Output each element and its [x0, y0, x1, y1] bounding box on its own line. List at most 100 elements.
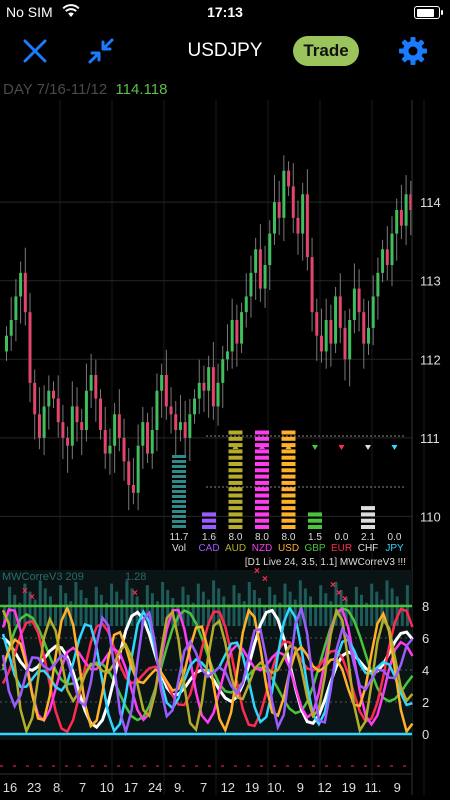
date-tick-label: 9.: [174, 780, 185, 795]
candle-body: [193, 398, 197, 415]
date-tick-label: 10: [100, 780, 114, 795]
collapse-button[interactable]: [84, 34, 118, 68]
histogram-bar: [84, 598, 88, 626]
candle-body: [136, 445, 140, 493]
battery-icon: [414, 6, 443, 19]
strength-bar-segment: [228, 474, 243, 479]
strength-bar-segment: [255, 512, 269, 517]
histogram-bar: [314, 604, 318, 626]
signal-marker-icon: ×: [29, 592, 35, 603]
strength-bar-segment: [255, 506, 269, 511]
strength-bar-segment: [281, 525, 296, 529]
vol-bar-segment: [172, 475, 186, 478]
candle-body: [258, 249, 262, 289]
candle-body: [385, 249, 389, 265]
trade-button[interactable]: Trade: [293, 36, 359, 66]
candle-body: [66, 437, 70, 446]
vol-bar-segment: [172, 515, 186, 518]
clock: 17:13: [207, 4, 243, 20]
date-tick-label: 23: [27, 780, 41, 795]
candle-body: [362, 312, 366, 344]
candle-body: [33, 382, 37, 415]
candle-body: [103, 430, 107, 454]
strength-bar-segment: [281, 449, 296, 454]
symbol-title[interactable]: USDJPY: [188, 40, 263, 61]
currency-value: 0.0: [388, 532, 402, 543]
candle-body: [287, 170, 291, 187]
candle-body: [141, 422, 145, 446]
candle-body: [188, 414, 192, 438]
histogram-bar: [227, 604, 231, 626]
osc-tick-label: 6: [422, 631, 429, 646]
signal-marker-icon: ×: [254, 566, 260, 577]
currency-value: 8.0: [282, 532, 296, 543]
candle-body: [183, 422, 187, 438]
candle-body: [272, 202, 276, 234]
candle-body: [23, 272, 27, 313]
settings-button[interactable]: [396, 34, 430, 68]
candle-body: [164, 375, 168, 407]
strength-bar-segment: [281, 512, 296, 517]
toolbar: USDJPY Trade: [0, 28, 450, 74]
date-tick-label: 12: [317, 780, 331, 795]
arrows-collapse-icon: [88, 38, 114, 64]
osc-tick-label: 4: [422, 663, 429, 678]
strength-bar-segment: [281, 493, 296, 498]
date-tick-label: 9: [297, 780, 304, 795]
candle-body: [19, 272, 23, 297]
close-icon: [23, 39, 47, 63]
candle-body: [89, 375, 93, 391]
strength-bar-segment: [228, 512, 243, 517]
candle-body: [202, 382, 206, 391]
strength-bar-segment: [281, 499, 296, 504]
candle-body: [348, 320, 352, 360]
strength-bar-segment: [228, 480, 243, 485]
date-tick-label: 11.: [364, 780, 381, 795]
strength-bar-segment: [281, 487, 296, 492]
candle-body: [174, 414, 178, 430]
candle-body: [230, 320, 234, 352]
candle-body: [108, 445, 112, 454]
strength-bar-segment: [281, 455, 296, 460]
candle-body: [371, 296, 375, 328]
currency-label: JPY: [385, 543, 404, 554]
candle-body: [376, 272, 380, 297]
vol-bar-segment: [172, 470, 186, 473]
strength-bar-segment: [228, 518, 243, 523]
histogram-bar: [309, 596, 312, 626]
date-tick-label: 7: [200, 780, 207, 795]
strength-bar-segment: [281, 462, 296, 466]
osc-tick-label: 8: [422, 599, 429, 614]
currency-value: 8.0: [229, 532, 243, 543]
vol-bar-segment: [172, 490, 186, 493]
candle-body: [42, 406, 46, 438]
strength-bar-segment: [228, 462, 243, 466]
vol-bar-segment: [172, 465, 186, 468]
candle-body: [399, 210, 403, 226]
strength-bar-segment: [228, 499, 243, 504]
strength-bar-segment: [255, 480, 269, 485]
candle-body: [150, 430, 154, 454]
histogram-bar: [298, 580, 302, 626]
currency-label: EUR: [331, 543, 352, 554]
candle-body: [254, 249, 258, 273]
candle-body: [14, 296, 18, 320]
date-tick-label: 19: [342, 780, 356, 795]
candle-body: [235, 320, 239, 344]
vol-value: 11.7: [170, 532, 189, 543]
currency-value: 8.0: [255, 532, 269, 543]
close-button[interactable]: [18, 34, 52, 68]
strength-bar-segment: [255, 499, 269, 504]
strength-bar-segment: [202, 525, 216, 529]
candle-body: [216, 382, 220, 407]
candle-body: [263, 265, 267, 289]
candle-body: [47, 390, 51, 407]
candle-body: [225, 351, 229, 360]
histogram-bar: [120, 599, 124, 626]
candle-body: [315, 312, 319, 336]
meter-footer: [D1 Live 24, 3.5, 1.1] MWCorreV3 !!!: [245, 557, 406, 568]
price-chart[interactable]: 114113112111110 11.7Vol1.6CAD8.0AUD8.0NZ…: [0, 100, 450, 800]
candle-body: [207, 367, 211, 391]
candle-body: [310, 257, 314, 313]
currency-label: NZD: [252, 543, 273, 554]
